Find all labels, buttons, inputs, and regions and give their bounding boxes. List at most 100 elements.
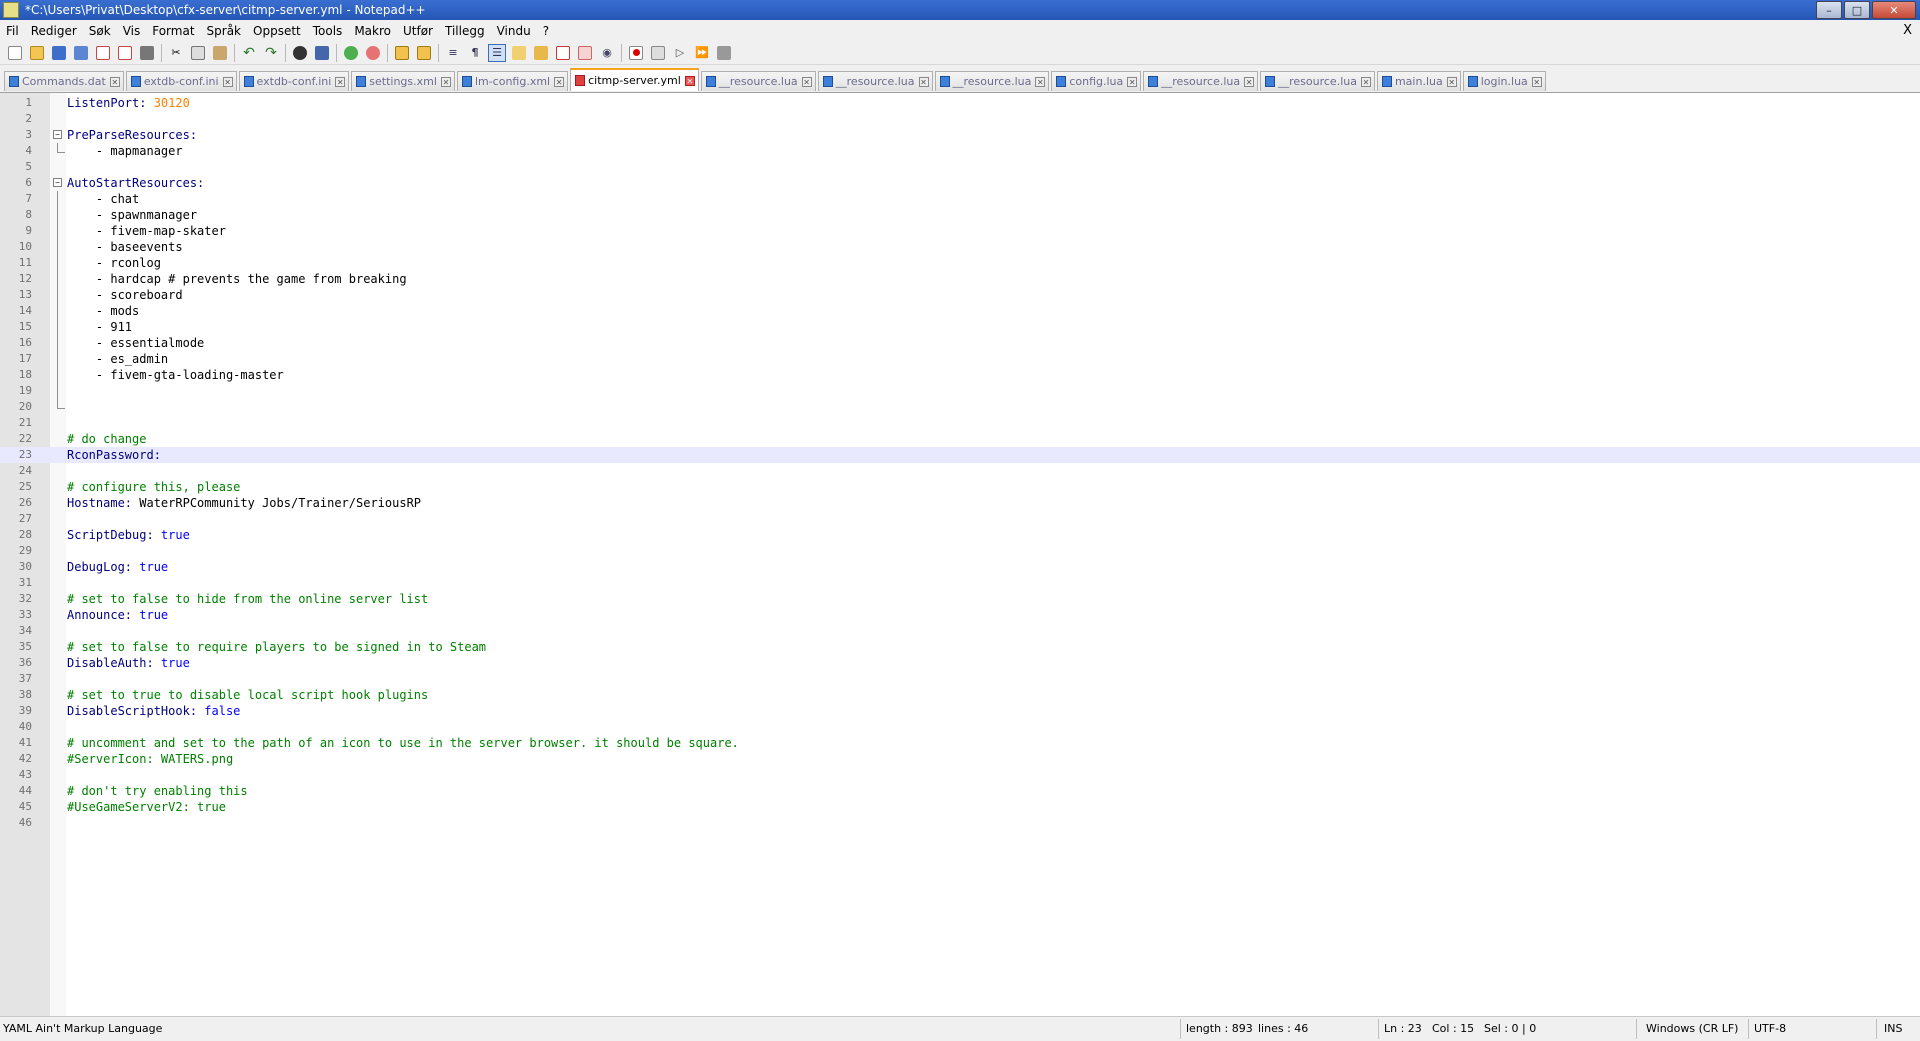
code-line[interactable]: 21 (0, 415, 1920, 431)
code-line[interactable]: 17 - es_admin (0, 351, 1920, 367)
tab-resource-lua[interactable]: __resource.lua ✕ (1143, 71, 1259, 91)
tab-close-icon[interactable]: ✕ (918, 76, 929, 87)
sync-horizontal-icon[interactable] (415, 44, 433, 62)
menu-sprak[interactable]: Språk (201, 24, 247, 38)
menu-help[interactable]: ? (537, 24, 555, 38)
copy-icon[interactable] (189, 44, 207, 62)
tab-close-icon[interactable]: ✕ (109, 76, 120, 87)
code-line[interactable]: 32 # set to false to hide from the online… (0, 591, 1920, 607)
code-line[interactable]: 15 - 911 (0, 319, 1920, 335)
menu-oppsett[interactable]: Oppsett (247, 24, 307, 38)
tab-resource-lua[interactable]: __resource.lua ✕ (934, 71, 1050, 91)
sync-vertical-icon[interactable] (393, 44, 411, 62)
save-macro-icon[interactable] (715, 44, 733, 62)
tab-extdb-conf-ini[interactable]: extdb-conf.ini ✕ (238, 71, 350, 91)
code-line[interactable]: 5 (0, 159, 1920, 175)
menu-vis[interactable]: Vis (117, 24, 147, 38)
close-document-button[interactable]: X (1903, 23, 1912, 38)
tab-resource-lua[interactable]: __resource.lua ✕ (700, 71, 816, 91)
menu-rediger[interactable]: Rediger (25, 24, 83, 38)
menu-fil[interactable]: Fil (0, 24, 25, 38)
indent-guide-icon[interactable]: ☰ (488, 43, 506, 62)
code-line[interactable]: 31 (0, 575, 1920, 591)
code-line[interactable]: 10 - baseevents (0, 239, 1920, 255)
record-macro-icon[interactable] (627, 44, 645, 62)
fold-toggle-icon[interactable]: − (53, 130, 62, 139)
folder-workspace-icon[interactable] (554, 44, 572, 62)
code-line[interactable]: 13 - scoreboard (0, 287, 1920, 303)
tab-close-icon[interactable]: ✕ (1244, 76, 1255, 87)
tab-close-icon[interactable]: ✕ (1531, 76, 1542, 87)
code-line[interactable]: 12 - hardcap # prevents the game from br… (0, 271, 1920, 287)
code-line[interactable]: 8 - spawnmanager (0, 207, 1920, 223)
menu-vindu[interactable]: Vindu (491, 24, 537, 38)
play-macro-icon[interactable]: ▷ (671, 44, 689, 62)
code-line[interactable]: 34 (0, 623, 1920, 639)
paste-icon[interactable] (211, 44, 229, 62)
code-line[interactable]: 16 - essentialmode (0, 335, 1920, 351)
code-line[interactable]: 30 DebugLog: true (0, 559, 1920, 575)
eye-icon[interactable]: ◉ (598, 44, 616, 62)
print-icon[interactable] (138, 44, 156, 62)
run-macro-multiple-icon[interactable]: ⏩ (693, 44, 711, 62)
tab-close-icon[interactable]: ✕ (1035, 76, 1046, 87)
menu-utfor[interactable]: Utfør (397, 24, 439, 38)
code-line[interactable]: 42 #ServerIcon: WATERS.png (0, 751, 1920, 767)
tab-close-icon[interactable]: ✕ (335, 76, 346, 87)
close-icon[interactable] (94, 44, 112, 62)
code-line[interactable]: 18 - fivem-gta-loading-master (0, 367, 1920, 383)
tab-lm-config-xml[interactable]: lm-config.xml ✕ (456, 71, 569, 91)
tab-config-lua[interactable]: config.lua ✕ (1051, 71, 1142, 91)
menu-sok[interactable]: Søk (83, 24, 117, 38)
code-line[interactable]: 6 − AutoStartResources: (0, 175, 1920, 191)
code-line[interactable]: 33 Announce: true (0, 607, 1920, 623)
tab-close-icon[interactable]: ✕ (801, 76, 812, 87)
code-line[interactable]: 11 - rconlog (0, 255, 1920, 271)
code-line[interactable]: 22 # do change (0, 431, 1920, 447)
tab-login-lua[interactable]: login.lua ✕ (1462, 71, 1546, 91)
replace-icon[interactable] (313, 44, 331, 62)
save-icon[interactable] (50, 44, 68, 62)
code-line[interactable]: 27 (0, 511, 1920, 527)
menu-tillegg[interactable]: Tillegg (439, 24, 491, 38)
tab-close-icon[interactable]: ✕ (684, 75, 695, 86)
code-line[interactable]: 37 (0, 671, 1920, 687)
word-wrap-icon[interactable]: ≡ (444, 44, 462, 62)
tab-close-icon[interactable]: ✕ (554, 76, 565, 87)
code-line[interactable]: 24 (0, 463, 1920, 479)
tab-close-icon[interactable]: ✕ (1446, 76, 1457, 87)
code-line[interactable]: 28 ScriptDebug: true (0, 527, 1920, 543)
tab-commands-dat[interactable]: Commands.dat ✕ (4, 71, 124, 91)
tab-close-icon[interactable]: ✕ (1127, 76, 1138, 87)
fold-toggle-icon[interactable]: − (53, 178, 62, 187)
close-all-icon[interactable] (116, 44, 134, 62)
code-line[interactable]: 19 (0, 383, 1920, 399)
code-line[interactable]: 26 Hostname: WaterRPCommunity Jobs/Traine… (0, 495, 1920, 511)
show-all-chars-icon[interactable]: ¶ (466, 44, 484, 62)
zoom-in-icon[interactable] (342, 44, 360, 62)
code-line[interactable]: 14 - mods (0, 303, 1920, 319)
code-line[interactable]: 35 # set to false to require players to b… (0, 639, 1920, 655)
code-line[interactable]: 44 # don't try enabling this (0, 783, 1920, 799)
code-line[interactable]: 2 (0, 111, 1920, 127)
tab-citmp-server-yml[interactable]: citmp-server.yml ✕ (570, 68, 699, 91)
close-window-button[interactable]: ✕ (1872, 1, 1916, 19)
minimize-button[interactable]: – (1816, 1, 1842, 19)
doc-map-icon[interactable] (510, 44, 528, 62)
find-icon[interactable] (291, 44, 309, 62)
editor-area[interactable]: 1 ListenPort: 30120 2 3− PreParseResources: 4… (0, 92, 1920, 1016)
code-line[interactable]: 43 (0, 767, 1920, 783)
tab-extdb-conf-ini[interactable]: extdb-conf.ini ✕ (125, 71, 237, 91)
new-file-icon[interactable] (6, 44, 24, 62)
code-line[interactable]: 20 (0, 399, 1920, 415)
code-line[interactable]: 1 ListenPort: 30120 (0, 95, 1920, 111)
tab-settings-xml[interactable]: settings.xml ✕ (351, 71, 455, 91)
tab-main-lua[interactable]: main.lua ✕ (1376, 71, 1461, 91)
undo-icon[interactable]: ↶ (240, 44, 258, 62)
save-all-icon[interactable] (72, 44, 90, 62)
stop-macro-icon[interactable] (649, 44, 667, 62)
code-line[interactable]: 7 - chat (0, 191, 1920, 207)
code-line[interactable]: 23 RconPassword: (0, 447, 1920, 463)
code-line[interactable]: 38 # set to true to disable local script … (0, 687, 1920, 703)
code-line[interactable]: 9 - fivem-map-skater (0, 223, 1920, 239)
